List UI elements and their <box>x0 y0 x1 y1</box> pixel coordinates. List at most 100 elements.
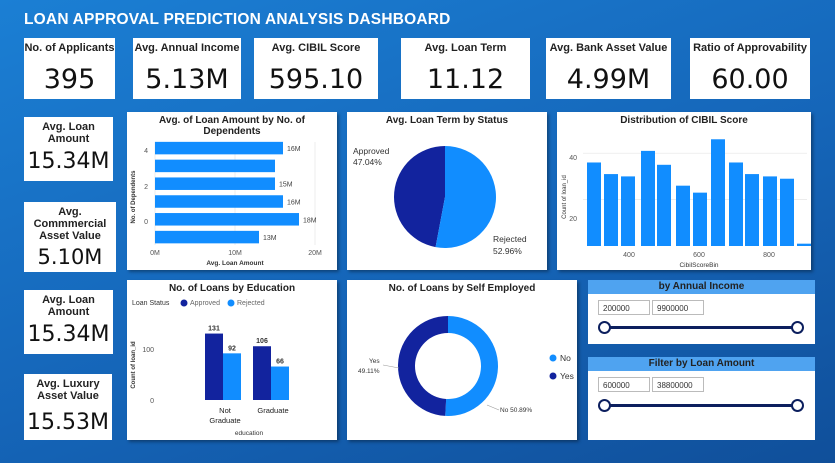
kpi-label: Avg. Bank Asset Value <box>549 42 668 54</box>
yes-pct: 49.11% <box>358 368 380 375</box>
loan-term-svg: Approved 47.04% Rejected 52.96% <box>353 146 527 256</box>
dependents-bar <box>155 195 283 208</box>
legend-no-swatch <box>549 354 557 362</box>
income-slider-track[interactable] <box>605 326 798 329</box>
chart-education[interactable]: No. of Loans by Education Loan Status Ap… <box>127 280 337 440</box>
kpi-label: Avg. Loan Term <box>424 42 507 54</box>
income-max-input[interactable]: 9900000 <box>652 300 704 315</box>
legend-rejected-swatch <box>227 299 235 307</box>
slicer-loan-amount[interactable]: Filter by Loan Amount 600000 38800000 <box>588 357 815 440</box>
data-label: 15M <box>279 182 293 189</box>
cibil-bar <box>711 139 725 246</box>
legend-yes-label: Yes <box>560 371 574 381</box>
cibil-bar <box>676 185 690 246</box>
x-tick: Not <box>219 406 232 415</box>
kpi-value: 395 <box>43 64 96 95</box>
data-label: 16M <box>287 146 301 153</box>
y-tick: 0 <box>150 398 154 405</box>
x-axis-label: Avg. Loan Amount <box>206 260 264 267</box>
dependents-bar <box>155 141 283 155</box>
kpi-annual-income[interactable]: Avg. Annual Income 5.13M <box>133 38 241 99</box>
cibil-bar <box>604 174 618 246</box>
kpi-value: 60.00 <box>711 64 789 95</box>
income-slider-min-handle[interactable] <box>598 321 611 334</box>
kpi-value: 4.99M <box>566 64 651 95</box>
kpi-loan-term[interactable]: Avg. Loan Term 11.12 <box>401 38 530 99</box>
loan-max-input[interactable]: 38800000 <box>652 377 704 392</box>
kpi-luxury-asset[interactable]: Avg. Luxury Asset Value 15.53M <box>24 374 112 440</box>
data-label: 92 <box>228 345 236 352</box>
dependents-svg: 13M 18M 16M 15M 16M 0 2 4 0M 10M 20M Avg. Lo… <box>131 141 322 267</box>
kpi-label: Avg. Commmercial Asset Value <box>33 206 107 242</box>
cibil-bar <box>729 162 743 246</box>
x-tick: 0M <box>150 250 160 257</box>
kpi-label: Avg. Loan Amount <box>42 294 95 318</box>
y-tick: 40 <box>569 155 577 162</box>
no-leader <box>486 404 500 411</box>
kpi-applicants[interactable]: No. of Applicants 395 <box>24 38 115 99</box>
slicer-annual-income[interactable]: by Annual Income 200000 9900000 <box>588 280 815 344</box>
kpi-commercial-asset[interactable]: Avg. Commmercial Asset Value 5.10M <box>24 202 116 272</box>
kpi-value: 5.10M <box>37 245 103 269</box>
dependents-bar <box>155 159 275 173</box>
kpi-value: 15.53M <box>27 410 109 435</box>
rejected-bar <box>271 366 289 400</box>
approved-slice <box>394 146 445 248</box>
loan-min-input[interactable]: 600000 <box>598 377 650 392</box>
kpi-label: Avg. Luxury Asset Value <box>36 378 100 402</box>
income-slider-max-handle[interactable] <box>791 321 804 334</box>
chart-self-employed[interactable]: No. of Loans by Self Employed Yes 49.11%… <box>347 280 577 440</box>
y-axis-label: No. of Dependents <box>131 170 137 224</box>
legend-title: Loan Status <box>132 300 170 307</box>
loan-slider-max-handle[interactable] <box>791 399 804 412</box>
dependents-bar <box>155 213 299 226</box>
legend-rejected-label: Rejected <box>237 300 265 307</box>
slicer-title: Filter by Loan Amount <box>588 357 815 371</box>
rejected-bar <box>223 353 241 400</box>
cibil-bar <box>797 243 811 246</box>
y-tick: 100 <box>142 347 154 354</box>
cibil-bar <box>745 174 759 246</box>
dependents-bar <box>155 177 275 190</box>
kpi-value: 5.13M <box>145 64 229 95</box>
data-label: 66 <box>276 359 284 366</box>
cibil-bar <box>763 176 777 246</box>
kpi-cibil-score[interactable]: Avg. CIBIL Score 595.10 <box>254 38 378 99</box>
dependents-bar <box>155 230 259 244</box>
dashboard-title: LOAN APPROVAL PREDICTION ANALYSIS DASHBO… <box>24 11 451 28</box>
kpi-label: Avg. Annual Income <box>134 42 240 54</box>
chart-dependents[interactable]: Avg. of Loan Amount by No. of Dependents… <box>127 112 337 270</box>
chart-loan-term-status[interactable]: Avg. Loan Term by Status Approved 47.04%… <box>347 112 547 270</box>
x-axis-label: education <box>235 430 264 437</box>
no-label: No 50.89% <box>500 407 532 414</box>
y-tick: 0 <box>144 219 148 226</box>
y-tick: 4 <box>144 148 148 155</box>
approved-bar <box>205 333 223 400</box>
loan-slider-track[interactable] <box>605 404 798 407</box>
income-min-input[interactable]: 200000 <box>598 300 650 315</box>
cibil-bar <box>641 150 655 246</box>
kpi-value: 11.12 <box>426 64 505 95</box>
kpi-label: Avg. CIBIL Score <box>271 42 361 54</box>
legend-no-label: No <box>560 353 571 363</box>
loan-slider-min-handle[interactable] <box>598 399 611 412</box>
kpi-bank-asset[interactable]: Avg. Bank Asset Value 4.99M <box>546 38 671 99</box>
data-label: 18M <box>303 217 317 224</box>
cibil-bar <box>621 176 635 246</box>
x-tick: 400 <box>623 252 635 259</box>
kpi-label: Avg. Loan Amount <box>42 121 95 145</box>
approved-pct: 47.04% <box>353 157 382 167</box>
slicer-title: by Annual Income <box>588 280 815 294</box>
yes-label: Yes <box>369 358 380 365</box>
kpi-approvability[interactable]: Ratio of Approvability 60.00 <box>690 38 810 99</box>
yes-slice <box>398 316 448 416</box>
chart-cibil-distribution[interactable]: Distribution of CIBIL Score 20 40 400 60… <box>557 112 811 270</box>
x-axis-label: CibilScoreBin <box>679 262 718 269</box>
kpi-avg-loan-amount-2[interactable]: Avg. Loan Amount 15.34M <box>24 290 113 354</box>
data-label: 13M <box>263 235 277 242</box>
x-tick: 10M <box>228 250 242 257</box>
x-tick: 600 <box>693 252 705 259</box>
kpi-label: Ratio of Approvability <box>693 42 807 54</box>
cibil-bar <box>780 178 794 246</box>
kpi-avg-loan-amount[interactable]: Avg. Loan Amount 15.34M <box>24 117 113 181</box>
